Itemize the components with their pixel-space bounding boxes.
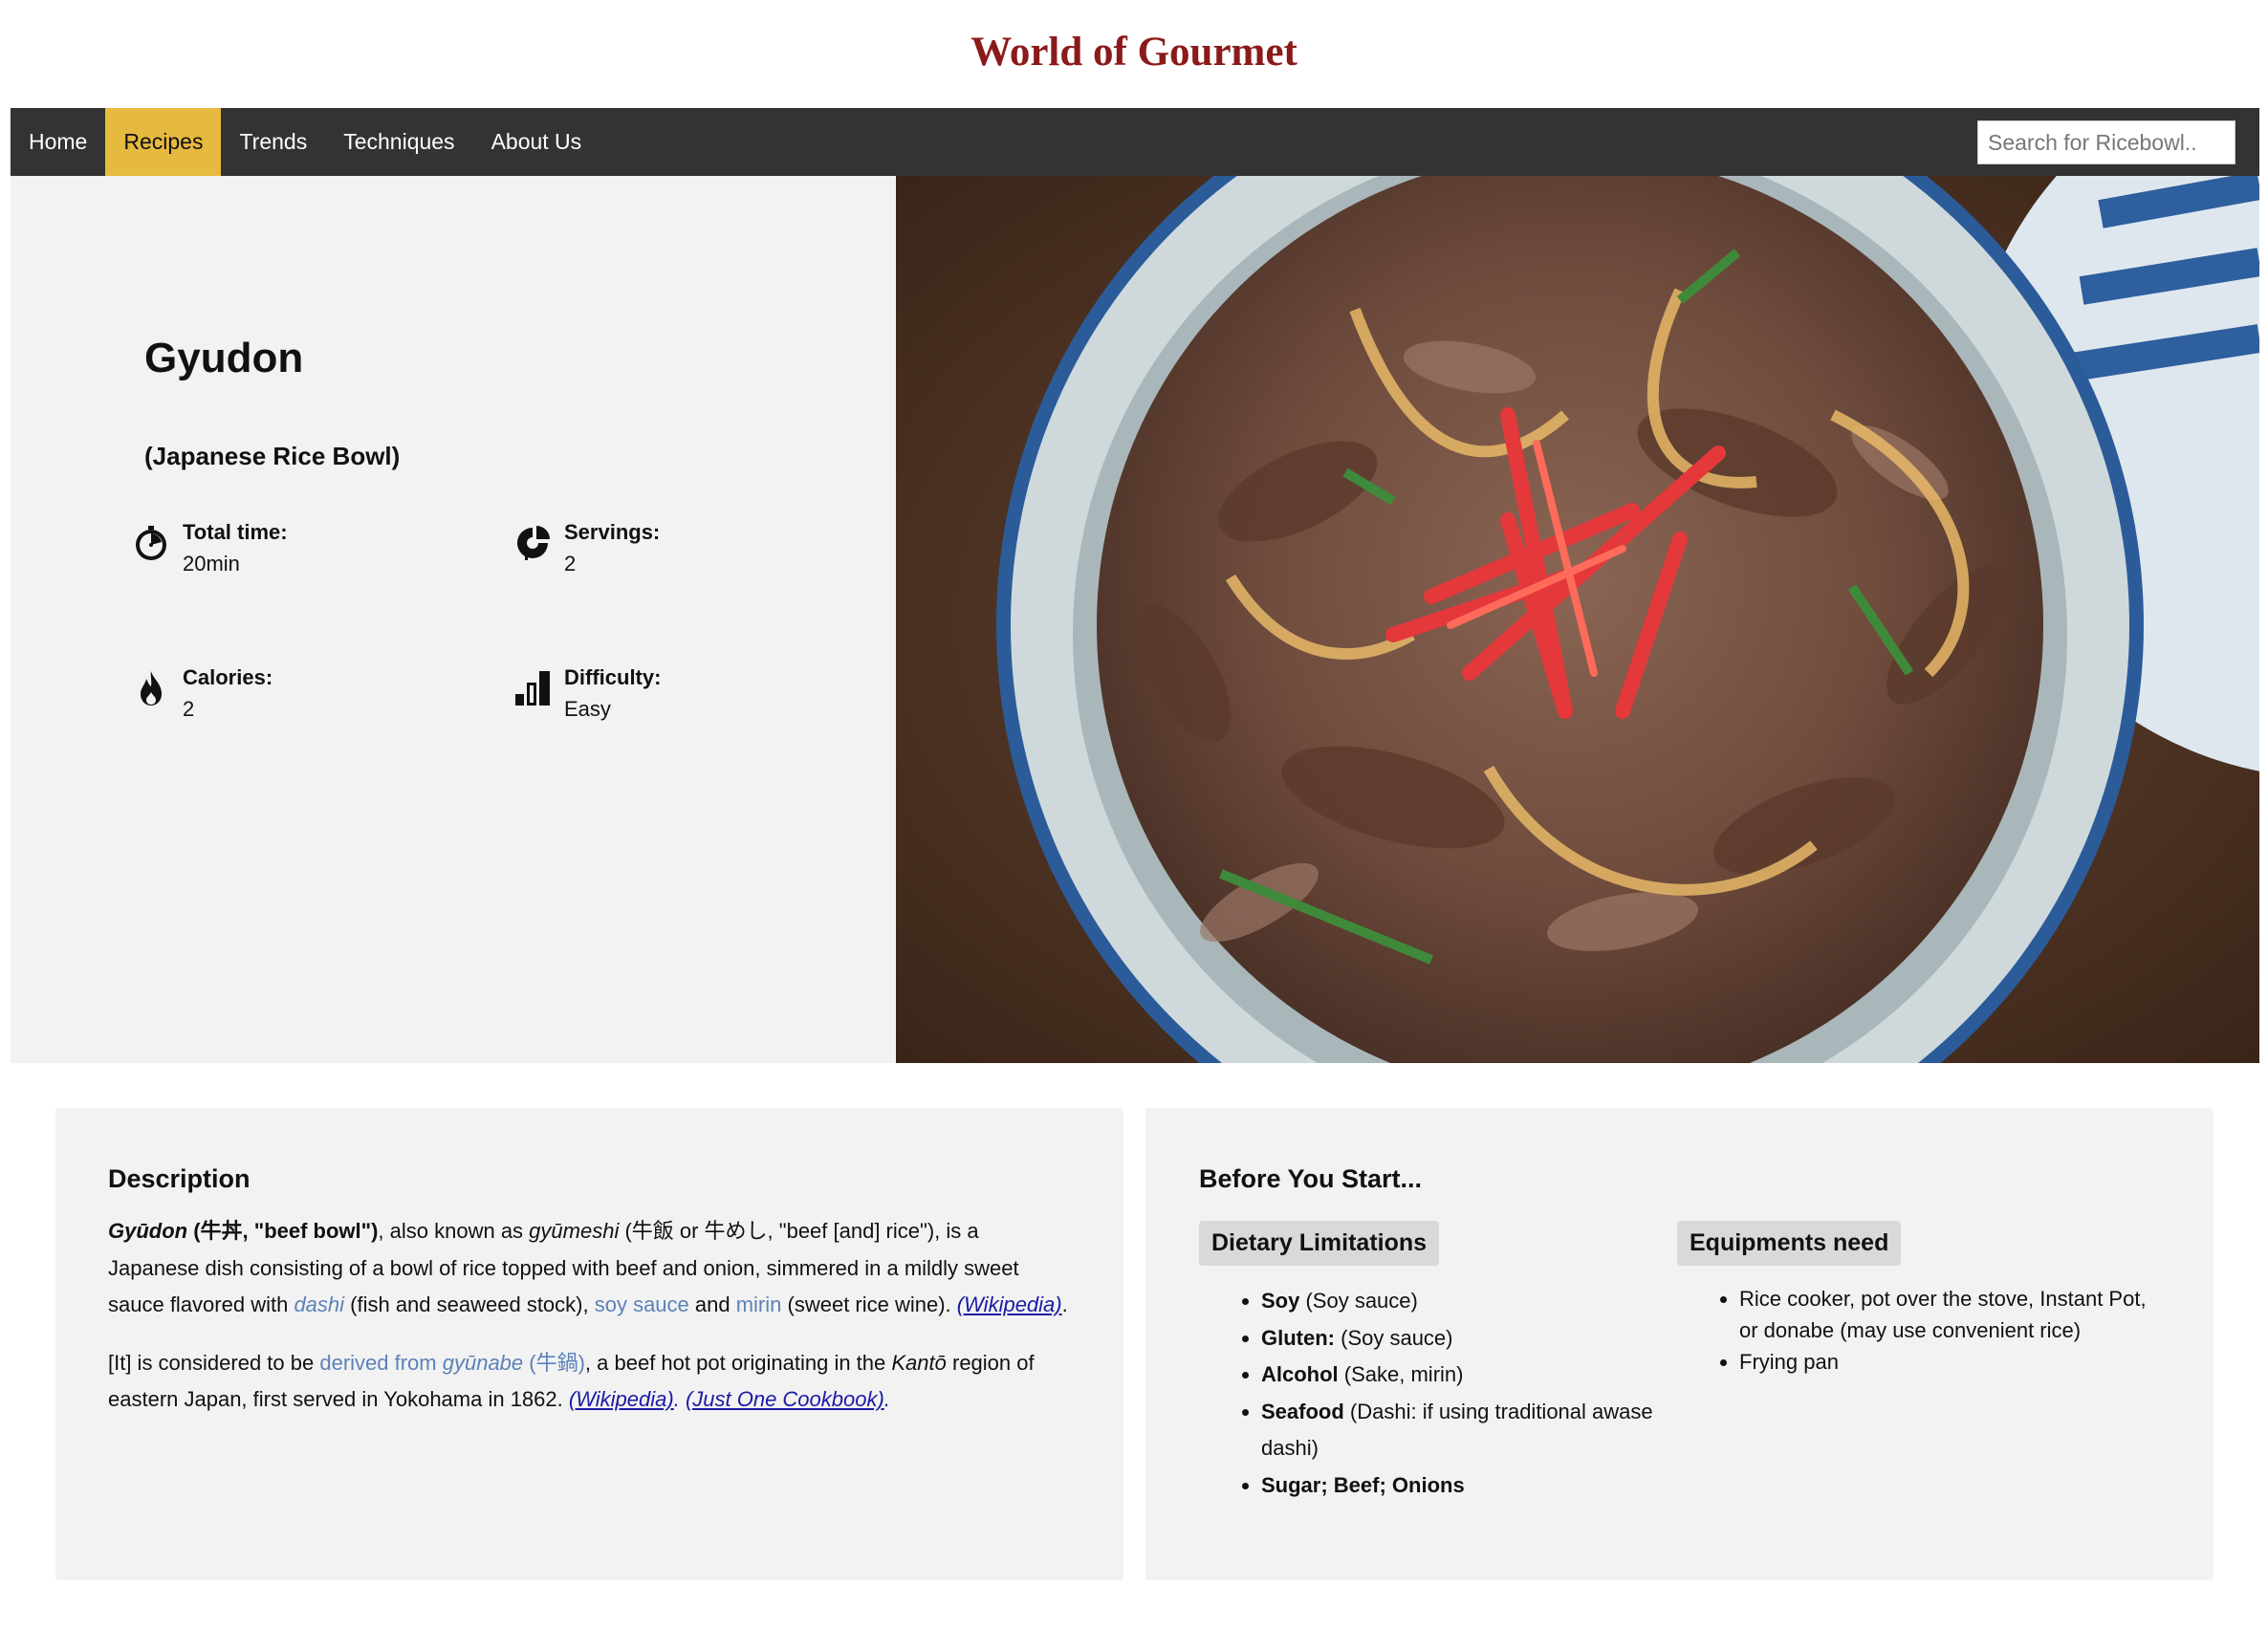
before-you-start-card: Before You Start... Dietary Limitations … <box>1145 1108 2213 1580</box>
text: [It] is considered to be <box>108 1350 320 1375</box>
bar-chart-icon <box>515 671 550 706</box>
stat-label: Total time: <box>183 520 288 544</box>
list-item: Rice cooker, pot over the stove, Instant… <box>1739 1283 2160 1346</box>
flame-icon <box>141 671 162 706</box>
dietary-list: Soy (Soy sauce) Gluten: (Soy sauce) Alco… <box>1199 1283 1677 1504</box>
description-card: Description Gyūdon (牛丼, "beef bowl"), al… <box>55 1108 1123 1580</box>
list-item: Gluten: (Soy sauce) <box>1261 1320 1677 1358</box>
site-title: World of Gourmet <box>970 30 1298 75</box>
recipe-title: Gyudon <box>144 335 304 381</box>
equipments-label: Equipments need <box>1677 1221 1902 1266</box>
text: . <box>1061 1292 1068 1316</box>
description-heading: Description <box>108 1164 251 1193</box>
link-text: (牛鍋) <box>523 1350 585 1375</box>
dashi-link[interactable]: dashi <box>294 1292 344 1316</box>
gyunabe-link[interactable]: derived from gyūnabe (牛鍋) <box>319 1351 585 1375</box>
text: (fish and seaweed stock), <box>344 1292 595 1316</box>
main-nav: Home Recipes Trends Techniques About Us <box>11 108 2259 176</box>
dietary-column: Dietary Limitations Soy (Soy sauce) Glut… <box>1199 1213 1677 1504</box>
dietary-limitations-label: Dietary Limitations <box>1199 1221 1440 1266</box>
dish-term-gloss: (牛丼, "beef bowl") <box>187 1219 379 1243</box>
stat-value: 20min <box>183 552 240 576</box>
nav-techniques[interactable]: Techniques <box>325 108 472 176</box>
item-name: Soy <box>1261 1289 1300 1313</box>
text: , also known as <box>378 1219 530 1243</box>
recipe-summary: Gyudon (Japanese Rice Bowl) Total time: … <box>11 176 896 1063</box>
stat-label: Difficulty: <box>564 665 662 689</box>
text: and <box>688 1292 736 1316</box>
stat-calories: Calories: 2 <box>132 662 273 725</box>
wikipedia-link[interactable]: (Wikipedia) <box>569 1387 674 1411</box>
item-detail: (Sake, mirin) <box>1338 1362 1464 1386</box>
list-item: Soy (Soy sauce) <box>1261 1283 1677 1320</box>
stat-label: Calories: <box>183 665 273 689</box>
text: . <box>883 1387 890 1411</box>
stopwatch-icon <box>136 526 166 560</box>
kanto-term: Kantō <box>891 1350 947 1375</box>
stat-servings: Servings: 2 <box>513 516 660 579</box>
link-text: derived from <box>319 1350 443 1375</box>
list-item: Seafood (Dashi: if using traditional awa… <box>1261 1394 1677 1467</box>
dish-term: Gyūdon <box>108 1219 188 1243</box>
stat-value: 2 <box>564 552 577 576</box>
text: . <box>673 1387 686 1411</box>
list-item: Sugar; Beef; Onions <box>1261 1467 1677 1505</box>
nav-home[interactable]: Home <box>11 108 105 176</box>
item-name: Seafood <box>1261 1399 1344 1423</box>
nav-trends[interactable]: Trends <box>221 108 325 176</box>
list-item: Frying pan <box>1739 1346 2160 1378</box>
gyudon-photo <box>896 176 2259 1063</box>
stat-value: 2 <box>183 697 195 721</box>
link-text: gyūnabe <box>442 1350 524 1375</box>
item-name: Gluten: <box>1261 1325 1335 1350</box>
equipment-column: Equipments need Rice cooker, pot over th… <box>1677 1213 2160 1504</box>
nav-recipes[interactable]: Recipes <box>105 108 222 176</box>
nav-about-us[interactable]: About Us <box>473 108 600 176</box>
before-heading: Before You Start... <box>1199 1164 1423 1193</box>
description-paragraph-2: [It] is considered to be derived from gy… <box>108 1345 1071 1419</box>
item-detail: (Soy sauce) <box>1299 1289 1418 1313</box>
stat-total-time: Total time: 20min <box>132 516 288 579</box>
stat-label: Servings: <box>564 520 661 544</box>
just-one-cookbook-link[interactable]: (Just One Cookbook) <box>686 1387 884 1411</box>
equipment-list: Rice cooker, pot over the stove, Instant… <box>1677 1283 2160 1378</box>
search-input[interactable] <box>1977 120 2235 164</box>
servings-icon <box>517 526 550 560</box>
text: , a beef hot pot originating in the <box>584 1350 892 1375</box>
item-name: Alcohol <box>1261 1362 1339 1386</box>
text: (sweet rice wine). <box>781 1292 957 1316</box>
soy-sauce-link[interactable]: soy sauce <box>595 1292 689 1316</box>
stat-difficulty: Difficulty: Easy <box>513 662 661 725</box>
list-item: Alcohol (Sake, mirin) <box>1261 1357 1677 1394</box>
mirin-link[interactable]: mirin <box>736 1292 782 1316</box>
wikipedia-link[interactable]: (Wikipedia) <box>957 1292 1062 1316</box>
description-paragraph-1: Gyūdon (牛丼, "beef bowl"), also known as … <box>108 1213 1071 1324</box>
item-detail: (Soy sauce) <box>1335 1325 1453 1350</box>
recipe-subtitle: (Japanese Rice Bowl) <box>144 442 401 470</box>
alt-name: gyūmeshi <box>529 1219 620 1243</box>
stat-value: Easy <box>564 697 611 721</box>
item-name: Sugar; Beef; Onions <box>1261 1472 1465 1497</box>
